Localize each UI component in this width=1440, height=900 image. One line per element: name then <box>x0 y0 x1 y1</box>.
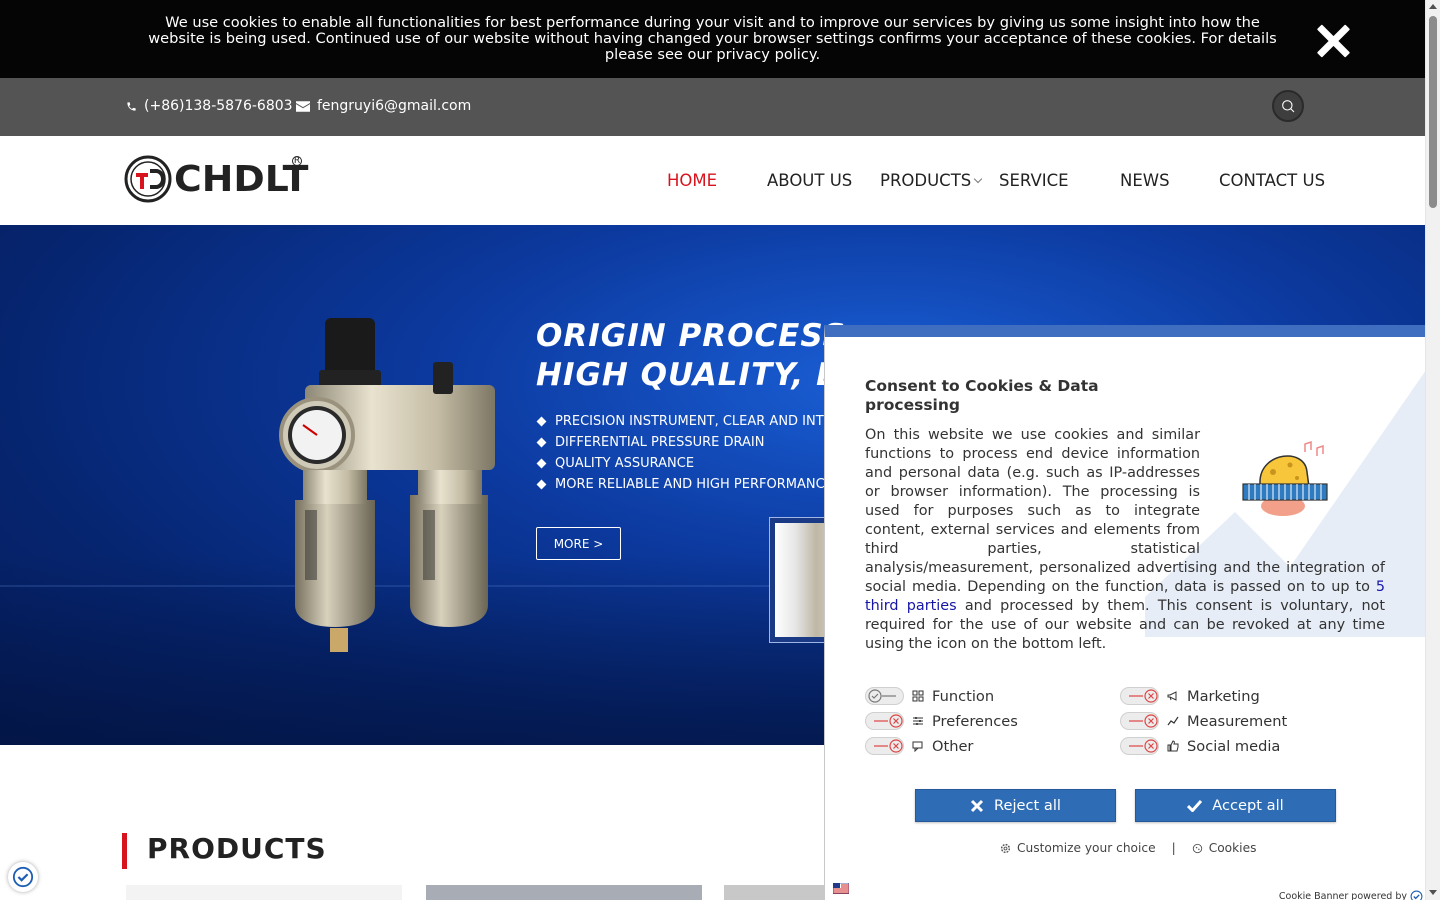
nav-about-us[interactable]: ABOUT US <box>767 171 852 190</box>
category-label: Marketing <box>1187 687 1260 705</box>
phone-icon <box>127 101 136 111</box>
gear-icon <box>1000 843 1011 853</box>
preferences-sliders-icon <box>913 717 923 725</box>
diamond-icon <box>536 458 547 469</box>
close-icon[interactable] <box>1312 20 1354 62</box>
language-flag-icon[interactable] <box>833 883 849 894</box>
diamond-icon <box>536 416 547 427</box>
consent-links: Customize your choice | Cookies <box>1000 841 1256 855</box>
contact-bar: (+86)138-5876-6803 fengruyi6@gmail.com <box>0 78 1425 136</box>
scroll-down-arrow[interactable] <box>1429 890 1437 895</box>
logo-text: CHDLT <box>174 158 309 200</box>
toggle-off-icon[interactable] <box>1120 712 1159 730</box>
category-social-media[interactable]: Social media <box>1120 736 1280 756</box>
cookie-piano-mascot-icon <box>1242 440 1328 516</box>
check-icon <box>1187 799 1203 812</box>
reject-all-button[interactable]: Reject all <box>915 789 1116 822</box>
category-preferences[interactable]: Preferences <box>865 711 1018 731</box>
category-function[interactable]: Function <box>865 686 994 706</box>
category-other[interactable]: Other <box>865 736 973 756</box>
category-label: Function <box>932 687 995 705</box>
powered-by-text: Cookie Banner powered by <box>1278 891 1407 900</box>
hero-headline-1: ORIGIN PROCESS <box>536 318 846 354</box>
toggle-off-icon[interactable] <box>865 737 904 755</box>
mail-icon <box>296 100 310 112</box>
toggle-off-icon[interactable] <box>1120 687 1159 705</box>
nav-service[interactable]: SERVICE <box>999 171 1069 190</box>
section-accent-bar <box>122 833 127 869</box>
cookie-consent-panel: Consent to Cookies & Data processing On … <box>824 325 1425 900</box>
site-logo[interactable]: CHDLT R <box>124 155 308 203</box>
nav-news[interactable]: NEWS <box>1120 171 1170 190</box>
phone-contact[interactable]: (+86)138-5876-6803 <box>126 98 293 114</box>
powered-by: Cookie Banner powered by <box>1279 890 1423 900</box>
products-section-title: PRODUCTS <box>147 832 327 865</box>
other-chat-icon <box>912 741 923 752</box>
customize-choice-link[interactable]: Customize your choice <box>1017 841 1156 855</box>
category-marketing[interactable]: Marketing <box>1120 686 1260 706</box>
page-scrollbar[interactable] <box>1425 0 1440 900</box>
site-header: CHDLT R HOME ABOUT US PRODUCTS SERVICE N… <box>0 136 1425 225</box>
category-label: Measurement <box>1187 712 1288 730</box>
registered-mark: R <box>292 156 302 166</box>
hero-bullet: MORE RELIABLE AND HIGH PERFORMANC <box>536 474 833 495</box>
search-button[interactable] <box>1272 90 1304 122</box>
product-card[interactable] <box>724 885 825 900</box>
diamond-icon <box>536 437 547 448</box>
product-card[interactable] <box>426 885 702 900</box>
hero-bullet: PRECISION INSTRUMENT, CLEAR AND INTU <box>536 411 833 432</box>
toggle-on-icon[interactable] <box>865 687 904 705</box>
cookie-notice-text: We use cookies to enable all functionali… <box>148 14 1277 63</box>
hero-bullet: DIFFERENTIAL PRESSURE DRAIN <box>536 432 833 453</box>
hero-bullet-list: PRECISION INSTRUMENT, CLEAR AND INTU DIF… <box>536 411 833 495</box>
category-label: Preferences <box>932 712 1018 730</box>
close-icon <box>970 799 984 812</box>
function-grid-icon <box>912 690 924 702</box>
hero-headline-2: HIGH QUALITY, L <box>536 357 837 393</box>
logo-emblem-icon <box>124 155 172 203</box>
chevron-down-icon[interactable] <box>973 174 983 184</box>
social-thumbs-up-icon <box>1167 740 1179 752</box>
category-measurement[interactable]: Measurement <box>1120 711 1287 731</box>
scroll-thumb[interactable] <box>1429 16 1437 208</box>
category-label: Social media <box>1187 737 1281 755</box>
email-address: fengruyi6@gmail.com <box>317 98 472 114</box>
scroll-up-arrow[interactable] <box>1429 4 1437 9</box>
diamond-icon <box>536 479 547 490</box>
provider-logo-icon[interactable] <box>1410 890 1423 900</box>
hero-bullet: QUALITY ASSURANCE <box>536 453 833 474</box>
consent-title: Consent to Cookies & Data processing <box>865 377 1099 414</box>
accept-all-button[interactable]: Accept all <box>1135 789 1336 822</box>
search-icon <box>1282 100 1295 113</box>
toggle-off-icon[interactable] <box>865 712 904 730</box>
cookie-notice-bar: We use cookies to enable all functionali… <box>0 0 1425 78</box>
cookie-icon <box>1192 843 1202 853</box>
nav-contact-us[interactable]: CONTACT US <box>1219 171 1325 190</box>
cookies-link[interactable]: Cookies <box>1209 841 1257 855</box>
consent-shield-icon <box>12 866 34 888</box>
nav-home[interactable]: HOME <box>667 171 717 190</box>
toggle-off-icon[interactable] <box>1120 737 1159 755</box>
product-card[interactable] <box>126 885 402 900</box>
marketing-megaphone-icon <box>1167 691 1177 701</box>
email-contact[interactable]: fengruyi6@gmail.com <box>296 98 471 114</box>
phone-number: (+86)138-5876-6803 <box>144 98 293 114</box>
air-filter-regulator-image <box>279 318 495 652</box>
consent-settings-widget[interactable] <box>8 862 38 892</box>
measurement-chart-icon <box>1167 716 1179 726</box>
category-label: Other <box>932 737 974 755</box>
link-separator: | <box>1171 841 1176 855</box>
hero-more-button[interactable]: MORE > <box>536 527 621 560</box>
nav-products[interactable]: PRODUCTS <box>880 171 971 190</box>
